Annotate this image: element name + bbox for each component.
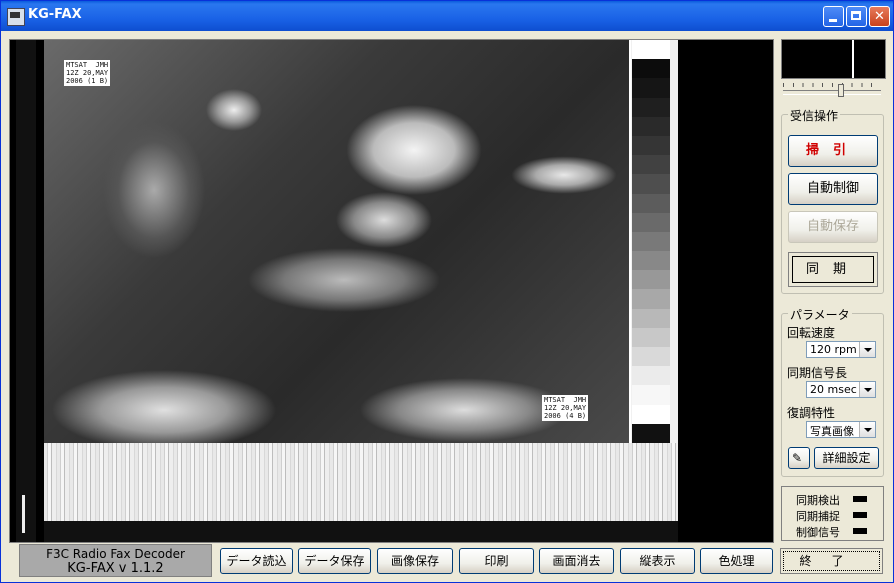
minimize-icon: [829, 19, 837, 22]
control-signal-label: 制御信号: [796, 526, 840, 539]
gray-scale-step: [632, 251, 670, 271]
demod-select[interactable]: 写真画像: [806, 421, 876, 438]
gray-scale-step: [632, 366, 670, 386]
fax-noise-area: [44, 443, 678, 521]
sync-capture-indicator: [853, 512, 867, 518]
clear-screen-button[interactable]: 画面消去: [539, 548, 614, 574]
sync-length-select[interactable]: 20 msec: [806, 381, 876, 398]
chevron-down-icon[interactable]: [859, 382, 875, 397]
parameters-group-legend: パラメータ: [788, 306, 852, 323]
control-signal-indicator: [853, 528, 867, 534]
sync-detect-label: 同期検出: [796, 494, 840, 507]
image-stamp-bottom-right: MTSAT JMH 12Z 20,MAY 2006 (4 B): [542, 395, 589, 421]
gray-scale-step: [632, 40, 670, 60]
fax-black-band: [44, 521, 678, 542]
version-line-2: KG-FAX v 1.1.2: [67, 561, 164, 576]
close-button[interactable]: ✕: [869, 6, 890, 27]
save-image-button[interactable]: 画像保存: [377, 548, 453, 574]
chevron-down-icon[interactable]: [859, 342, 875, 357]
demod-value: 写真画像: [810, 425, 854, 438]
maximize-icon: [851, 11, 861, 20]
receive-group-legend: 受信操作: [788, 107, 841, 124]
gray-scale-bar: [632, 40, 670, 443]
rotation-speed-label: 回転速度: [787, 326, 836, 340]
sync-strip: [16, 40, 36, 542]
close-icon: ✕: [874, 9, 885, 24]
gray-scale-step: [632, 135, 670, 156]
gray-scale-step: [632, 116, 670, 136]
chevron-down-icon[interactable]: [859, 422, 875, 437]
exit-button[interactable]: 終了: [780, 548, 883, 574]
gray-scale-step: [632, 155, 670, 175]
gray-scale-step: [632, 347, 670, 367]
gray-scale-step: [632, 385, 670, 405]
sync-length-value: 20 msec: [810, 383, 857, 396]
minimize-button[interactable]: [823, 6, 844, 27]
tuning-slider-thumb[interactable]: [838, 84, 844, 97]
status-group: 同期検出 同期捕捉 制御信号: [781, 486, 884, 541]
sync-length-label: 同期信号長: [787, 366, 848, 380]
app-window: KG-FAX ✕ MTSAT JMH 12Z 20,MAY 2006 (1 B)…: [0, 0, 894, 583]
tuning-slider-track[interactable]: [783, 90, 881, 95]
version-info: F3C Radio Fax Decoder KG-FAX v 1.1.2: [19, 544, 212, 577]
sync-marker: [22, 495, 25, 533]
gray-scale-step: [632, 289, 670, 309]
gray-scale-step: [632, 193, 670, 213]
tool-button[interactable]: ✎: [788, 447, 810, 469]
print-button[interactable]: 印刷: [459, 548, 534, 574]
gray-scale-step: [632, 59, 670, 79]
gray-scale-step: [632, 174, 670, 194]
slider-ticks: [783, 83, 881, 87]
maximize-button[interactable]: [846, 6, 867, 27]
signal-level-marker: [852, 40, 854, 78]
color-processing-button[interactable]: 色処理: [700, 548, 773, 574]
gray-scale-step: [632, 308, 670, 328]
sync-button[interactable]: 同期: [788, 252, 878, 287]
vertical-view-button[interactable]: 縦表示: [620, 548, 695, 574]
auto-control-button[interactable]: 自動制御: [788, 173, 878, 205]
gray-scale-step: [632, 423, 670, 443]
receive-control-group: 受信操作 掃引 自動制御 自動保存 同期: [781, 107, 884, 294]
version-line-1: F3C Radio Fax Decoder: [46, 547, 185, 561]
read-data-button[interactable]: データ読込: [220, 548, 293, 574]
satellite-image: MTSAT JMH 12Z 20,MAY 2006 (1 B) MTSAT JM…: [44, 40, 631, 443]
rotation-speed-select[interactable]: 120 rpm: [806, 341, 876, 358]
signal-level-display: [781, 39, 886, 79]
detail-settings-button[interactable]: 詳細設定: [814, 447, 879, 469]
app-icon[interactable]: [7, 8, 25, 26]
auto-save-button[interactable]: 自動保存: [788, 211, 878, 243]
gray-scale-step: [632, 231, 670, 252]
fax-display[interactable]: MTSAT JMH 12Z 20,MAY 2006 (1 B) MTSAT JM…: [9, 39, 774, 543]
gray-scale-step: [632, 327, 670, 347]
save-data-button[interactable]: データ保存: [298, 548, 371, 574]
gray-scale-step: [632, 212, 670, 232]
fax-image: MTSAT JMH 12Z 20,MAY 2006 (1 B) MTSAT JM…: [44, 40, 678, 542]
gray-scale-step: [632, 78, 670, 98]
sync-detect-indicator: [853, 496, 867, 502]
gray-scale-step: [632, 404, 670, 424]
title-bar: KG-FAX ✕: [1, 1, 893, 31]
window-title: KG-FAX: [28, 7, 82, 22]
rotation-speed-value: 120 rpm: [810, 343, 857, 356]
sync-capture-label: 同期捕捉: [796, 510, 840, 523]
sync-button-focus: [792, 256, 874, 283]
sweep-button[interactable]: 掃引: [788, 135, 878, 167]
image-stamp-top-left: MTSAT JMH 12Z 20,MAY 2006 (1 B): [64, 60, 111, 86]
gray-scale-step: [632, 97, 670, 117]
demod-label: 復調特性: [787, 406, 836, 420]
tool-icon: ✎: [792, 451, 803, 465]
parameters-group: パラメータ 回転速度 120 rpm 同期信号長 20 msec 復調特性 写真…: [781, 306, 884, 477]
gray-scale-step: [632, 270, 670, 290]
exit-button-focus: [783, 551, 880, 571]
